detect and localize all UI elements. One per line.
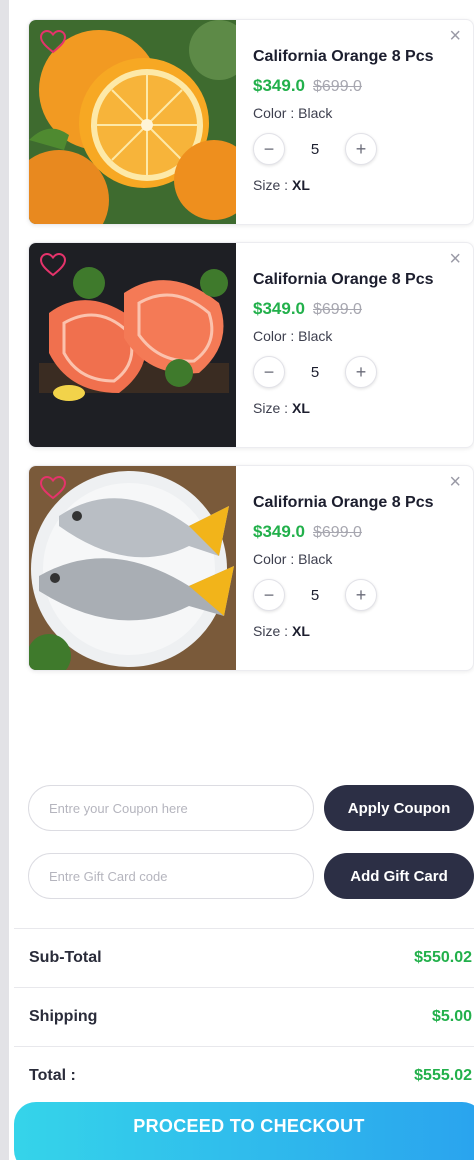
item-color: Color : Black: [253, 105, 333, 121]
plus-icon[interactable]: +: [345, 579, 377, 611]
heart-icon[interactable]: [39, 475, 67, 500]
item-price: $349.0: [253, 76, 305, 95]
quantity-value: 5: [310, 140, 320, 158]
subtotal-value: $550.02: [414, 949, 472, 966]
total-label: Total :: [29, 1067, 76, 1084]
plus-icon[interactable]: +: [345, 133, 377, 165]
size-label: Size :: [253, 623, 289, 639]
shipping-value: $5.00: [431, 1008, 472, 1025]
cart-item: × California Orange 8 Pcs $349.0 $699.0 C…: [28, 465, 474, 671]
close-icon[interactable]: ×: [449, 472, 461, 492]
heart-icon[interactable]: [39, 252, 67, 277]
item-title: California Orange 8 Pcs: [253, 48, 434, 65]
minus-icon[interactable]: −: [253, 133, 285, 165]
minus-icon[interactable]: −: [253, 579, 285, 611]
item-old-price: $699.0: [313, 78, 362, 95]
subtotal-label: Sub-Total: [29, 949, 102, 966]
total-value: $555.02: [414, 1067, 472, 1084]
add-gift-card-button[interactable]: Add Gift Card: [324, 853, 474, 899]
plus-icon[interactable]: +: [345, 356, 377, 388]
item-old-price: $699.0: [313, 524, 362, 541]
quantity-stepper: − 5 +: [253, 133, 463, 165]
apply-coupon-button[interactable]: Apply Coupon: [324, 785, 474, 831]
item-prices: $349.0 $699.0: [253, 76, 463, 96]
quantity-value: 5: [310, 586, 320, 604]
item-prices: $349.0 $699.0: [253, 522, 463, 542]
item-price: $349.0: [253, 522, 305, 541]
gift-card-input[interactable]: [28, 853, 314, 899]
heart-icon[interactable]: [39, 29, 67, 54]
order-summary: Sub-Total $550.02 Shipping $5.00 Total :…: [14, 928, 474, 1105]
close-icon[interactable]: ×: [449, 26, 461, 46]
subtotal-row: Sub-Total $550.02: [14, 928, 474, 987]
item-prices: $349.0 $699.0: [253, 299, 463, 319]
size-label: Size :: [253, 177, 289, 193]
size-value: XL: [292, 400, 310, 416]
size-value: XL: [292, 623, 310, 639]
close-icon[interactable]: ×: [449, 249, 461, 269]
coupon-row: Apply Coupon: [28, 785, 474, 831]
item-old-price: $699.0: [313, 301, 362, 318]
item-title: California Orange 8 Pcs: [253, 271, 434, 288]
quantity-stepper: − 5 +: [253, 579, 463, 611]
item-size: Size : XL: [253, 400, 463, 416]
checkout-button[interactable]: PROCEED TO CHECKOUT: [14, 1102, 474, 1160]
cart-item: × California Orange 8 Pcs $349.0 $699.0 C…: [28, 242, 474, 448]
left-rail: [0, 0, 9, 1160]
size-value: XL: [292, 177, 310, 193]
item-color: Color : Black: [253, 328, 333, 344]
item-info: California Orange 8 Pcs $349.0 $699.0 Col…: [253, 494, 463, 639]
item-info: California Orange 8 Pcs $349.0 $699.0 Col…: [253, 48, 463, 193]
shipping-row: Shipping $5.00: [14, 987, 474, 1046]
item-size: Size : XL: [253, 623, 463, 639]
gift-card-row: Add Gift Card: [28, 853, 474, 899]
quantity-value: 5: [310, 363, 320, 381]
item-price: $349.0: [253, 299, 305, 318]
quantity-stepper: − 5 +: [253, 356, 463, 388]
size-label: Size :: [253, 400, 289, 416]
cart-list: × California Orange 8 Pcs $349.0 $699.0 C…: [28, 19, 474, 688]
item-title: California Orange 8 Pcs: [253, 494, 434, 511]
item-info: California Orange 8 Pcs $349.0 $699.0 Col…: [253, 271, 463, 416]
coupon-input[interactable]: [28, 785, 314, 831]
item-size: Size : XL: [253, 177, 463, 193]
cart-item: × California Orange 8 Pcs $349.0 $699.0 C…: [28, 19, 474, 225]
minus-icon[interactable]: −: [253, 356, 285, 388]
total-row: Total : $555.02: [14, 1046, 474, 1105]
item-color: Color : Black: [253, 551, 333, 567]
shipping-label: Shipping: [29, 1008, 98, 1025]
